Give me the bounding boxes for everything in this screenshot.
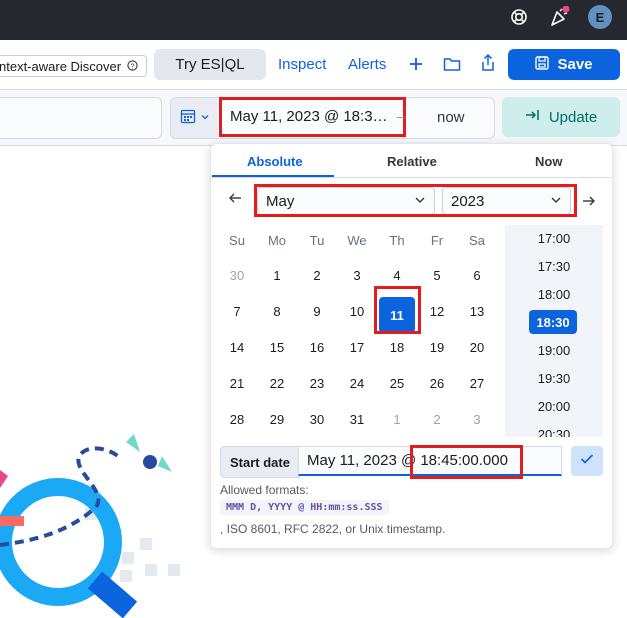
calendar-day[interactable]: 8 [257, 304, 297, 319]
svg-text:?: ? [131, 61, 135, 70]
calendar-day[interactable]: 18 [377, 340, 417, 355]
empty-state-illustration [0, 434, 180, 618]
calendar-day[interactable]: 12 [417, 304, 457, 319]
context-button-label: ntext-aware Discover [0, 58, 122, 74]
user-avatar[interactable]: E [588, 5, 612, 29]
save-label: Save [557, 56, 593, 73]
highlight-month-year [254, 184, 577, 217]
weekday-label: Mo [267, 233, 287, 248]
calendar-day[interactable]: 3 [337, 268, 377, 283]
calendar-day[interactable]: 2 [297, 268, 337, 283]
chevron-down-icon [200, 109, 210, 127]
weekday-label: Fr [430, 233, 444, 248]
start-date-label: Start date [220, 446, 300, 478]
allowed-formats-suffix: , ISO 8601, RFC 2822, or Unix timestamp. [220, 522, 446, 536]
time-option[interactable]: 20:00 [505, 399, 603, 414]
top-header-bar [0, 0, 627, 40]
highlight-selected-day [374, 286, 421, 334]
weekday-label: Tu [309, 233, 325, 248]
weekday-label: Th [389, 233, 405, 248]
calendar-day[interactable]: 29 [257, 412, 297, 427]
weekday-label: Su [229, 233, 245, 248]
calendar-day[interactable]: 16 [297, 340, 337, 355]
calendar-day[interactable]: 7 [217, 304, 257, 319]
update-label: Update [548, 108, 598, 126]
format-code: MMM D, YYYY @ HH:mm:ss.SSS [220, 500, 389, 515]
time-option-selected[interactable]: 18:30 [529, 310, 577, 334]
calendar-day[interactable]: 6 [457, 268, 497, 283]
query-input[interactable] [0, 97, 162, 139]
time-option[interactable]: 17:00 [505, 231, 603, 246]
context-aware-discover-button[interactable]: ntext-aware Discover ? [0, 55, 148, 77]
weekday-label: Sa [469, 233, 485, 248]
calendar-day[interactable]: 14 [217, 340, 257, 355]
time-option[interactable]: 18:00 [505, 287, 603, 302]
allowed-formats-label: Allowed formats: [220, 483, 309, 497]
folder-icon[interactable] [443, 56, 461, 77]
calendar-day[interactable]: 23 [297, 376, 337, 391]
save-button[interactable]: Save [508, 49, 620, 80]
refresh-arrow-icon [525, 108, 541, 126]
inspect-link[interactable]: Inspect [278, 56, 326, 73]
calendar-day[interactable]: 24 [337, 376, 377, 391]
calendar-day[interactable]: 26 [417, 376, 457, 391]
calendar-day[interactable]: 5 [417, 268, 457, 283]
calendar-day[interactable]: 30 [217, 268, 257, 283]
time-option[interactable]: 19:00 [505, 343, 603, 358]
arrow-right-icon: → [393, 107, 409, 124]
calendar-day[interactable]: 2 [417, 412, 457, 427]
weekday-label: We [347, 233, 367, 248]
share-icon[interactable] [480, 53, 496, 77]
calendar-day[interactable]: 13 [457, 304, 497, 319]
time-option[interactable]: 20:30 [505, 427, 603, 437]
tab-now[interactable]: Now [535, 154, 562, 169]
highlight-start-date [219, 97, 406, 137]
calendar-day[interactable]: 20 [457, 340, 497, 355]
apply-date-button[interactable] [571, 446, 603, 476]
tab-absolute[interactable]: Absolute [247, 154, 303, 169]
time-option[interactable]: 17:30 [505, 259, 603, 274]
calendar-day[interactable]: 17 [337, 340, 377, 355]
lifebuoy-icon[interactable] [507, 5, 531, 29]
end-date-button[interactable]: now [437, 109, 465, 126]
try-esql-button[interactable]: Try ES|QL [154, 49, 266, 80]
calendar-icon [180, 108, 196, 129]
calendar-day[interactable]: 10 [337, 304, 377, 319]
time-option[interactable]: 19:30 [505, 371, 603, 386]
calendar-day[interactable]: 25 [377, 376, 417, 391]
active-tab-indicator [212, 175, 334, 177]
calendar-day[interactable]: 15 [257, 340, 297, 355]
calendar-day[interactable]: 3 [457, 412, 497, 427]
plus-icon[interactable] [408, 56, 424, 77]
calendar-day[interactable]: 19 [417, 340, 457, 355]
check-icon [580, 452, 594, 470]
calendar-day[interactable]: 1 [257, 268, 297, 283]
calendar-day[interactable]: 27 [457, 376, 497, 391]
next-month-icon[interactable] [582, 194, 596, 213]
calendar-day[interactable]: 4 [377, 268, 417, 283]
avatar-initial: E [595, 9, 605, 25]
tab-relative[interactable]: Relative [387, 154, 437, 169]
previous-month-icon[interactable] [228, 191, 242, 210]
question-circle-icon: ? [127, 59, 138, 74]
calendar-day[interactable]: 22 [257, 376, 297, 391]
quick-select-button[interactable] [170, 97, 220, 139]
calendar-day[interactable]: 9 [297, 304, 337, 319]
party-popper-icon[interactable] [547, 5, 571, 29]
calendar-day[interactable]: 30 [297, 412, 337, 427]
save-icon [535, 55, 550, 74]
update-button[interactable]: Update [502, 97, 620, 137]
calendar-day[interactable]: 28 [217, 412, 257, 427]
calendar-day[interactable]: 31 [337, 412, 377, 427]
calendar-day[interactable]: 21 [217, 376, 257, 391]
calendar-day[interactable]: 1 [377, 412, 417, 427]
highlight-time-value [410, 445, 523, 479]
alerts-link[interactable]: Alerts [348, 56, 386, 73]
